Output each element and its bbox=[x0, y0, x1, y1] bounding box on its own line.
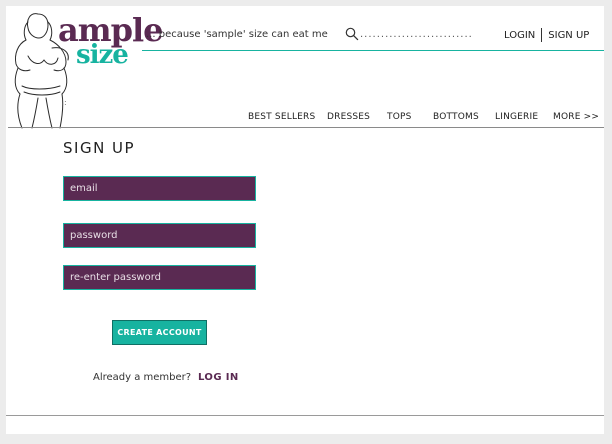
nav-item-tops[interactable]: TOPS bbox=[387, 112, 412, 122]
reenter-password-field[interactable] bbox=[63, 265, 256, 290]
nav-item-best-sellers[interactable]: BEST SELLERS bbox=[248, 112, 315, 122]
login-link[interactable]: LOGIN bbox=[504, 30, 535, 41]
tagline: ... because 'sample' size can eat me bbox=[146, 29, 328, 40]
password-field[interactable] bbox=[63, 223, 256, 248]
page: ample size ... because 'sample' size can… bbox=[6, 6, 604, 434]
signup-link[interactable]: SIGN UP bbox=[548, 30, 589, 41]
nav-item-bottoms[interactable]: BOTTOMS bbox=[433, 112, 479, 122]
email-field[interactable] bbox=[63, 176, 256, 201]
search-icon[interactable] bbox=[345, 27, 359, 41]
log-in-link[interactable]: LOG IN bbox=[198, 372, 239, 383]
page-title: SIGN UP bbox=[63, 139, 136, 157]
create-account-button[interactable]: CREATE ACCOUNT bbox=[112, 320, 207, 345]
footer-divider bbox=[6, 415, 604, 416]
small-mark: : bbox=[64, 98, 67, 107]
main-nav: BEST SELLERS DRESSES TOPS BOTTOMS LINGER… bbox=[6, 110, 604, 126]
already-member-text: Already a member? bbox=[93, 372, 192, 383]
logo-word-size[interactable]: size bbox=[76, 42, 129, 68]
auth-divider bbox=[541, 28, 543, 42]
header-divider bbox=[8, 127, 604, 128]
nav-item-dresses[interactable]: DRESSES bbox=[327, 112, 370, 122]
nav-item-lingerie[interactable]: LINGERIE bbox=[495, 112, 538, 122]
search-input[interactable] bbox=[360, 28, 484, 42]
nav-item-more[interactable]: MORE >> bbox=[553, 112, 599, 122]
auth-links: LOGIN SIGN UP bbox=[504, 28, 589, 42]
header-accent-line bbox=[142, 50, 604, 51]
